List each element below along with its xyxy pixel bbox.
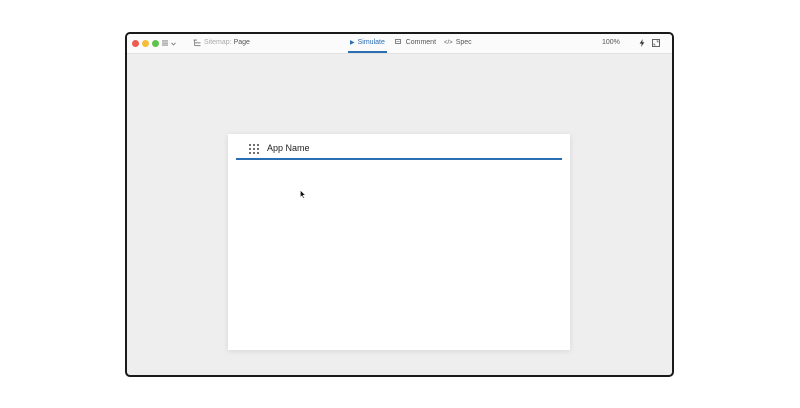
- lightning-icon[interactable]: [639, 39, 645, 49]
- tab-simulate[interactable]: ▶ Simulate: [350, 39, 385, 46]
- minimize-window-button[interactable]: [142, 40, 149, 47]
- breadcrumb-current: Page: [233, 39, 250, 46]
- tab-label: Comment: [405, 39, 437, 46]
- breadcrumb-parent[interactable]: Sitemap: [204, 39, 230, 46]
- tab-label: Simulate: [357, 39, 385, 46]
- apps-grid-icon[interactable]: [249, 144, 259, 154]
- fullscreen-icon[interactable]: [652, 39, 660, 49]
- prototype-canvas[interactable]: App Name: [228, 134, 570, 350]
- tab-spec[interactable]: </> Spec: [444, 39, 472, 46]
- hamburger-icon[interactable]: [162, 40, 168, 48]
- mouse-pointer-icon: [300, 186, 307, 204]
- app-name-title: App Name: [267, 143, 310, 153]
- code-icon: </>: [444, 40, 453, 46]
- sitemap-icon[interactable]: [193, 39, 201, 49]
- play-icon: ▶: [350, 40, 355, 46]
- active-tab-indicator: [348, 51, 387, 53]
- header-divider: [236, 158, 562, 160]
- breadcrumb[interactable]: Sitemap: Page: [204, 39, 250, 46]
- maximize-window-button[interactable]: [152, 40, 159, 47]
- tab-label: Spec: [455, 39, 472, 46]
- title-bar: Sitemap: Page ▶ Simulate Comment </> Spec …: [127, 34, 672, 54]
- close-window-button[interactable]: [132, 40, 139, 47]
- zoom-level[interactable]: 100%: [602, 39, 620, 46]
- comment-icon: [395, 39, 403, 46]
- chevron-down-icon[interactable]: [171, 41, 176, 48]
- tab-comment[interactable]: Comment: [395, 39, 436, 46]
- app-window: Sitemap: Page ▶ Simulate Comment </> Spec …: [125, 32, 674, 377]
